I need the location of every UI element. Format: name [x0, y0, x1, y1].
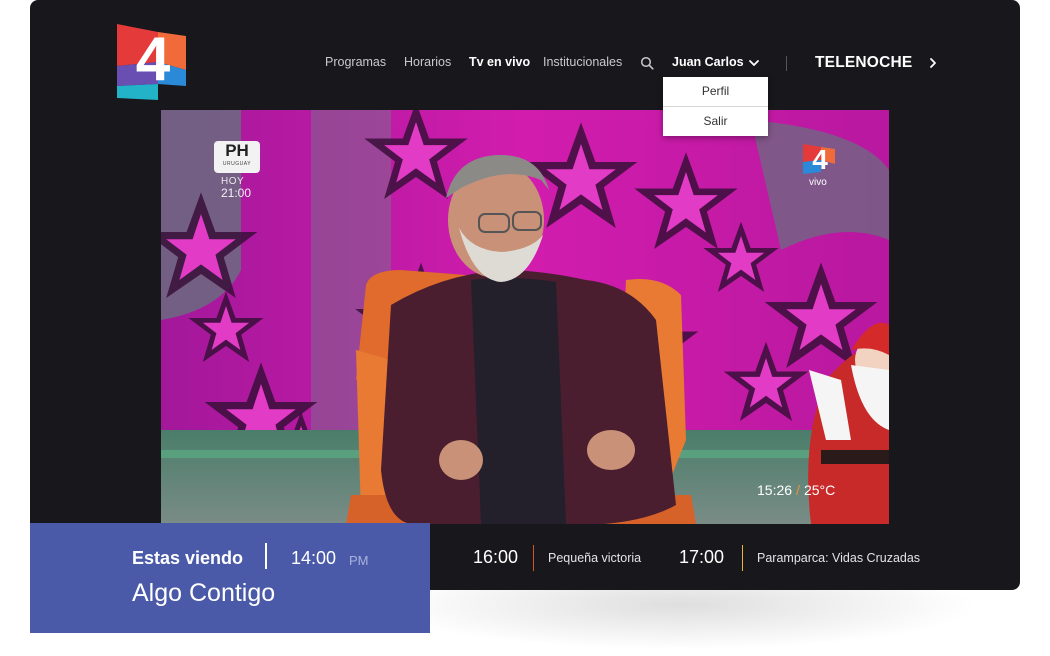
search-icon[interactable]: [640, 56, 654, 70]
user-dropdown-menu: Perfil Salir: [663, 77, 768, 136]
now-watching-panel: Estas viendo 14:00 PM Algo Contigo: [30, 523, 430, 633]
schedule-title[interactable]: Pequeña victoria: [548, 551, 641, 565]
now-watching-divider: [265, 543, 267, 569]
channel-badge-text: PH: [225, 141, 249, 160]
chevron-right-icon[interactable]: [928, 57, 938, 69]
osd-clock: 15:26: [757, 482, 793, 498]
live-video-player[interactable]: PH URUGUAY HOY 21:00 4 vivo 15:26/25°C: [161, 110, 889, 524]
telenoche-link[interactable]: TELENOCHE: [815, 54, 912, 72]
schedule-accent: [533, 545, 534, 571]
schedule-title[interactable]: Paramparca: Vidas Cruzadas: [757, 551, 920, 565]
nav-institucionales[interactable]: Institucionales: [543, 55, 622, 73]
app-frame: 4 Programas Horarios Tv en vivo Instituc…: [30, 0, 1020, 590]
schedule-time: 17:00: [679, 547, 725, 567]
nav-horarios[interactable]: Horarios: [404, 55, 451, 73]
menu-item-perfil[interactable]: Perfil: [663, 77, 768, 106]
schedule-accent: [742, 545, 743, 571]
live-label: vivo: [809, 177, 827, 188]
channel-badge: PH URUGUAY: [214, 141, 260, 173]
nav-divider: [786, 56, 787, 71]
now-watching-title: Algo Contigo: [132, 579, 276, 607]
nav-tv-en-vivo[interactable]: Tv en vivo: [469, 55, 530, 73]
schedule-time: 16:00: [473, 547, 519, 567]
now-watching-label: Estas viendo: [132, 548, 244, 568]
now-watching-ampm: PM: [349, 553, 369, 568]
osd-separator: /: [796, 482, 800, 498]
menu-item-salir[interactable]: Salir: [663, 107, 768, 136]
channel-time: 21:00: [221, 186, 252, 200]
user-menu-button[interactable]: Juan Carlos: [672, 55, 744, 69]
video-osd: 15:26/25°C: [757, 482, 835, 498]
channel-4-logo[interactable]: 4: [114, 22, 192, 100]
now-watching-time: 14:00: [291, 548, 337, 568]
svg-text:4: 4: [812, 144, 828, 175]
channel-badge-sub: URUGUAY: [222, 161, 252, 167]
osd-temperature: 25°C: [803, 482, 836, 498]
live-channel-logo: 4: [803, 144, 835, 175]
nav-programas[interactable]: Programas: [325, 55, 386, 73]
video-frame: [161, 110, 889, 524]
svg-text:4: 4: [136, 25, 171, 94]
chevron-down-icon[interactable]: [748, 58, 760, 68]
